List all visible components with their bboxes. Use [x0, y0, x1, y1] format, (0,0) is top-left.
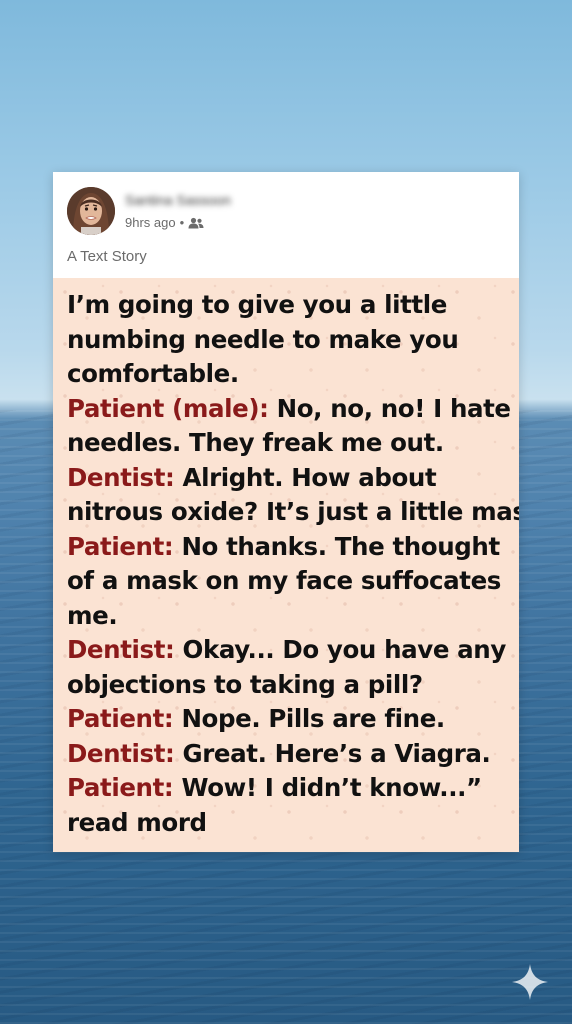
story-line: Patient: Nope. Pills are fine. [67, 702, 519, 737]
line-text: objections to taking a pill? [67, 669, 423, 699]
line-text: Nope. Pills are fine. [173, 704, 445, 733]
story-line: Dentist: Great. Here’s a Viagra. [67, 737, 519, 772]
story-line: needles. They freak me out. [67, 426, 519, 461]
line-text: comfortable. [67, 359, 239, 388]
speaker-label: Patient: [67, 704, 174, 733]
story-line: Patient: No thanks. The thought [67, 530, 519, 565]
story-line: me. [67, 599, 519, 634]
author-name[interactable]: Santina Sassoon [125, 192, 231, 208]
speaker-label: Patient (male): [67, 393, 269, 423]
speaker-label: Patient: [67, 531, 174, 561]
speaker-label: Dentist: [67, 738, 175, 768]
speaker-label: Patient: [67, 773, 174, 802]
story-line: I’m going to give you a little [67, 288, 519, 323]
story-line: Patient: Wow! I didn’t know...” [67, 771, 519, 806]
meta-separator: • [179, 215, 185, 230]
story-line: Dentist: Okay... Do you have any [67, 633, 519, 668]
post-meta: 9hrs ago • [125, 215, 204, 230]
line-text: Okay... Do you have any [174, 635, 507, 664]
speaker-label: Dentist: [67, 462, 175, 492]
read-more-link[interactable]: read mord [67, 806, 519, 841]
story-line: Patient (male): No, no, no! I hate [67, 392, 519, 427]
line-text: I’m going to give you a little [67, 290, 447, 319]
story-line: nitrous oxide? It’s just a little mask [67, 495, 519, 530]
line-text: No thanks. The thought [173, 531, 500, 561]
line-text: Wow! I didn’t know...” [173, 773, 482, 802]
line-text: Alright. How about [174, 462, 437, 492]
avatar-face-icon [67, 187, 115, 235]
story-line: numbing needle to make you [67, 323, 519, 358]
post-card: Santina Sassoon 9hrs ago • A Text Story … [53, 172, 519, 852]
sparkle-icon [510, 962, 550, 1002]
line-text: nitrous oxide? It’s just a little mask [67, 497, 519, 526]
line-text: No, no, no! I hate [268, 393, 511, 423]
post-subtitle: A Text Story [67, 248, 147, 265]
story-line: objections to taking a pill? [67, 668, 519, 703]
story-line: Dentist: Alright. How about [67, 461, 519, 496]
story-body: I’m going to give you a little numbing n… [53, 278, 519, 852]
line-text: me. [67, 600, 118, 630]
friends-icon[interactable] [188, 217, 204, 229]
speaker-label: Dentist: [67, 635, 175, 664]
line-text: of a mask on my face suffocates [67, 566, 501, 595]
post-time[interactable]: 9hrs ago [125, 215, 176, 230]
line-text[interactable]: read mord [67, 808, 207, 837]
line-text: Great. Here’s a Viagra. [174, 738, 491, 768]
post-header: Santina Sassoon 9hrs ago • A Text Story [53, 172, 519, 278]
story-line: of a mask on my face suffocates [67, 564, 519, 599]
avatar[interactable] [67, 187, 115, 235]
story-line: comfortable. [67, 357, 519, 392]
line-text: needles. They freak me out. [67, 428, 444, 457]
line-text: numbing needle to make you [67, 324, 459, 354]
